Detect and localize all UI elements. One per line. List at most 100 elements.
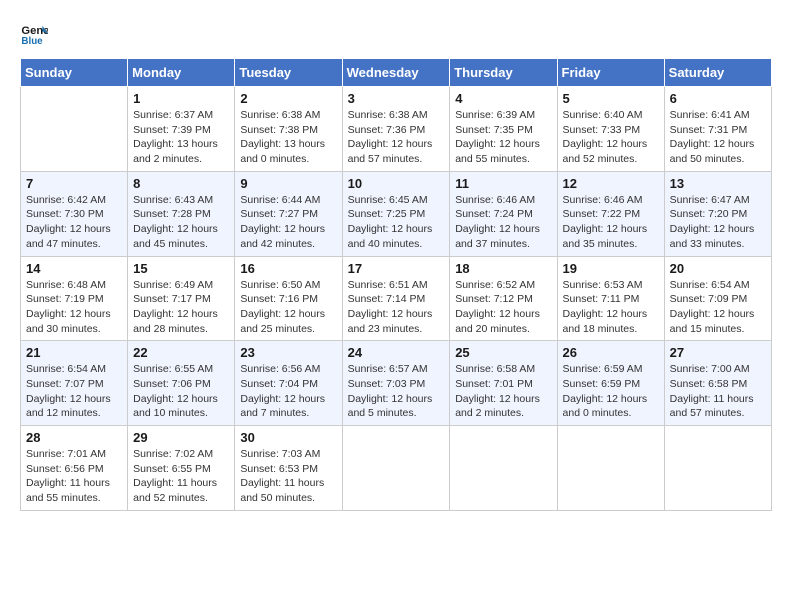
day-number: 5 <box>563 91 659 106</box>
day-info: Sunrise: 6:57 AM Sunset: 7:03 PM Dayligh… <box>348 362 445 421</box>
logo: General Blue <box>20 20 52 48</box>
day-number: 3 <box>348 91 445 106</box>
day-of-week-header: Sunday <box>21 59 128 87</box>
calendar-cell: 7Sunrise: 6:42 AM Sunset: 7:30 PM Daylig… <box>21 171 128 256</box>
logo-icon: General Blue <box>20 20 48 48</box>
calendar-cell: 22 Sunrise: 6:55 AM Sunset: 7:06 PM Dayli… <box>128 341 235 426</box>
day-info: Sunrise: 6:41 AM Sunset: 7:31 PM Dayligh… <box>670 108 766 167</box>
day-number: 14 <box>26 261 122 276</box>
day-number: 19 <box>563 261 659 276</box>
day-of-week-header: Monday <box>128 59 235 87</box>
calendar-cell: 12 Sunrise: 6:46 AM Sunset: 7:22 PM Dayli… <box>557 171 664 256</box>
day-number: 9 <box>240 176 336 191</box>
day-info: Sunrise: 7:03 AM Sunset: 6:53 PM Dayligh… <box>240 447 336 506</box>
calendar-cell: 23 Sunrise: 6:56 AM Sunset: 7:04 PM Dayli… <box>235 341 342 426</box>
day-info: Sunrise: 6:54 AM Sunset: 7:07 PM Dayligh… <box>26 362 122 421</box>
day-number: 12 <box>563 176 659 191</box>
calendar-cell <box>21 87 128 172</box>
calendar-cell: 2 Sunrise: 6:38 AM Sunset: 7:38 PM Daylig… <box>235 87 342 172</box>
calendar-week-row: 21 Sunrise: 6:54 AM Sunset: 7:07 PM Dayli… <box>21 341 772 426</box>
calendar-cell: 1 Sunrise: 6:37 AM Sunset: 7:39 PM Daylig… <box>128 87 235 172</box>
day-info: Sunrise: 6:55 AM Sunset: 7:06 PM Dayligh… <box>133 362 229 421</box>
day-number: 22 <box>133 345 229 360</box>
day-info: Sunrise: 6:58 AM Sunset: 7:01 PM Dayligh… <box>455 362 551 421</box>
day-info: Sunrise: 6:53 AM Sunset: 7:11 PM Dayligh… <box>563 278 659 337</box>
day-number: 27 <box>670 345 766 360</box>
day-info: Sunrise: 6:48 AM Sunset: 7:19 PM Dayligh… <box>26 278 122 337</box>
calendar-cell: 4Sunrise: 6:39 AM Sunset: 7:35 PM Daylig… <box>450 87 557 172</box>
day-info: Sunrise: 6:37 AM Sunset: 7:39 PM Dayligh… <box>133 108 229 167</box>
calendar-cell: 9 Sunrise: 6:44 AM Sunset: 7:27 PM Daylig… <box>235 171 342 256</box>
day-number: 10 <box>348 176 445 191</box>
day-info: Sunrise: 6:38 AM Sunset: 7:36 PM Dayligh… <box>348 108 445 167</box>
day-info: Sunrise: 6:49 AM Sunset: 7:17 PM Dayligh… <box>133 278 229 337</box>
calendar-cell <box>557 426 664 511</box>
day-info: Sunrise: 6:43 AM Sunset: 7:28 PM Dayligh… <box>133 193 229 252</box>
day-number: 24 <box>348 345 445 360</box>
day-info: Sunrise: 6:47 AM Sunset: 7:20 PM Dayligh… <box>670 193 766 252</box>
day-info: Sunrise: 6:52 AM Sunset: 7:12 PM Dayligh… <box>455 278 551 337</box>
day-number: 4 <box>455 91 551 106</box>
day-info: Sunrise: 6:40 AM Sunset: 7:33 PM Dayligh… <box>563 108 659 167</box>
day-number: 6 <box>670 91 766 106</box>
day-of-week-header: Tuesday <box>235 59 342 87</box>
day-info: Sunrise: 6:44 AM Sunset: 7:27 PM Dayligh… <box>240 193 336 252</box>
day-info: Sunrise: 6:51 AM Sunset: 7:14 PM Dayligh… <box>348 278 445 337</box>
day-number: 30 <box>240 430 336 445</box>
day-info: Sunrise: 6:46 AM Sunset: 7:22 PM Dayligh… <box>563 193 659 252</box>
day-info: Sunrise: 6:50 AM Sunset: 7:16 PM Dayligh… <box>240 278 336 337</box>
header: General Blue <box>20 20 772 48</box>
svg-text:Blue: Blue <box>21 36 43 47</box>
day-number: 21 <box>26 345 122 360</box>
calendar-cell: 26Sunrise: 6:59 AM Sunset: 6:59 PM Dayli… <box>557 341 664 426</box>
calendar-cell <box>664 426 771 511</box>
day-info: Sunrise: 7:01 AM Sunset: 6:56 PM Dayligh… <box>26 447 122 506</box>
day-of-week-header: Saturday <box>664 59 771 87</box>
day-info: Sunrise: 7:02 AM Sunset: 6:55 PM Dayligh… <box>133 447 229 506</box>
day-of-week-header: Friday <box>557 59 664 87</box>
day-number: 29 <box>133 430 229 445</box>
day-number: 2 <box>240 91 336 106</box>
calendar-cell: 8 Sunrise: 6:43 AM Sunset: 7:28 PM Daylig… <box>128 171 235 256</box>
calendar-cell: 18Sunrise: 6:52 AM Sunset: 7:12 PM Dayli… <box>450 256 557 341</box>
day-number: 8 <box>133 176 229 191</box>
calendar-cell: 5 Sunrise: 6:40 AM Sunset: 7:33 PM Daylig… <box>557 87 664 172</box>
day-number: 15 <box>133 261 229 276</box>
day-info: Sunrise: 7:00 AM Sunset: 6:58 PM Dayligh… <box>670 362 766 421</box>
day-number: 25 <box>455 345 551 360</box>
day-of-week-header: Thursday <box>450 59 557 87</box>
calendar-cell: 13Sunrise: 6:47 AM Sunset: 7:20 PM Dayli… <box>664 171 771 256</box>
day-number: 17 <box>348 261 445 276</box>
calendar-cell: 28 Sunrise: 7:01 AM Sunset: 6:56 PM Dayli… <box>21 426 128 511</box>
calendar-cell: 3 Sunrise: 6:38 AM Sunset: 7:36 PM Daylig… <box>342 87 450 172</box>
day-number: 1 <box>133 91 229 106</box>
calendar-cell: 27 Sunrise: 7:00 AM Sunset: 6:58 PM Dayli… <box>664 341 771 426</box>
calendar-week-row: 14 Sunrise: 6:48 AM Sunset: 7:19 PM Dayli… <box>21 256 772 341</box>
day-of-week-header: Wednesday <box>342 59 450 87</box>
calendar-cell: 10 Sunrise: 6:45 AM Sunset: 7:25 PM Dayli… <box>342 171 450 256</box>
calendar-table: SundayMondayTuesdayWednesdayThursdayFrid… <box>20 58 772 511</box>
day-info: Sunrise: 6:45 AM Sunset: 7:25 PM Dayligh… <box>348 193 445 252</box>
day-info: Sunrise: 6:38 AM Sunset: 7:38 PM Dayligh… <box>240 108 336 167</box>
calendar-week-row: 28 Sunrise: 7:01 AM Sunset: 6:56 PM Dayli… <box>21 426 772 511</box>
calendar-cell: 20 Sunrise: 6:54 AM Sunset: 7:09 PM Dayli… <box>664 256 771 341</box>
calendar-cell: 14 Sunrise: 6:48 AM Sunset: 7:19 PM Dayli… <box>21 256 128 341</box>
day-number: 7 <box>26 176 122 191</box>
day-number: 20 <box>670 261 766 276</box>
calendar-cell <box>450 426 557 511</box>
calendar-week-row: 1 Sunrise: 6:37 AM Sunset: 7:39 PM Daylig… <box>21 87 772 172</box>
calendar-cell: 21 Sunrise: 6:54 AM Sunset: 7:07 PM Dayli… <box>21 341 128 426</box>
day-number: 23 <box>240 345 336 360</box>
calendar-week-row: 7Sunrise: 6:42 AM Sunset: 7:30 PM Daylig… <box>21 171 772 256</box>
day-info: Sunrise: 6:46 AM Sunset: 7:24 PM Dayligh… <box>455 193 551 252</box>
calendar-cell: 6 Sunrise: 6:41 AM Sunset: 7:31 PM Daylig… <box>664 87 771 172</box>
day-info: Sunrise: 6:54 AM Sunset: 7:09 PM Dayligh… <box>670 278 766 337</box>
day-info: Sunrise: 6:56 AM Sunset: 7:04 PM Dayligh… <box>240 362 336 421</box>
day-number: 28 <box>26 430 122 445</box>
calendar-cell <box>342 426 450 511</box>
calendar-cell: 24 Sunrise: 6:57 AM Sunset: 7:03 PM Dayli… <box>342 341 450 426</box>
calendar-cell: 16Sunrise: 6:50 AM Sunset: 7:16 PM Dayli… <box>235 256 342 341</box>
day-number: 26 <box>563 345 659 360</box>
calendar-cell: 11Sunrise: 6:46 AM Sunset: 7:24 PM Dayli… <box>450 171 557 256</box>
calendar-cell: 15 Sunrise: 6:49 AM Sunset: 7:17 PM Dayli… <box>128 256 235 341</box>
